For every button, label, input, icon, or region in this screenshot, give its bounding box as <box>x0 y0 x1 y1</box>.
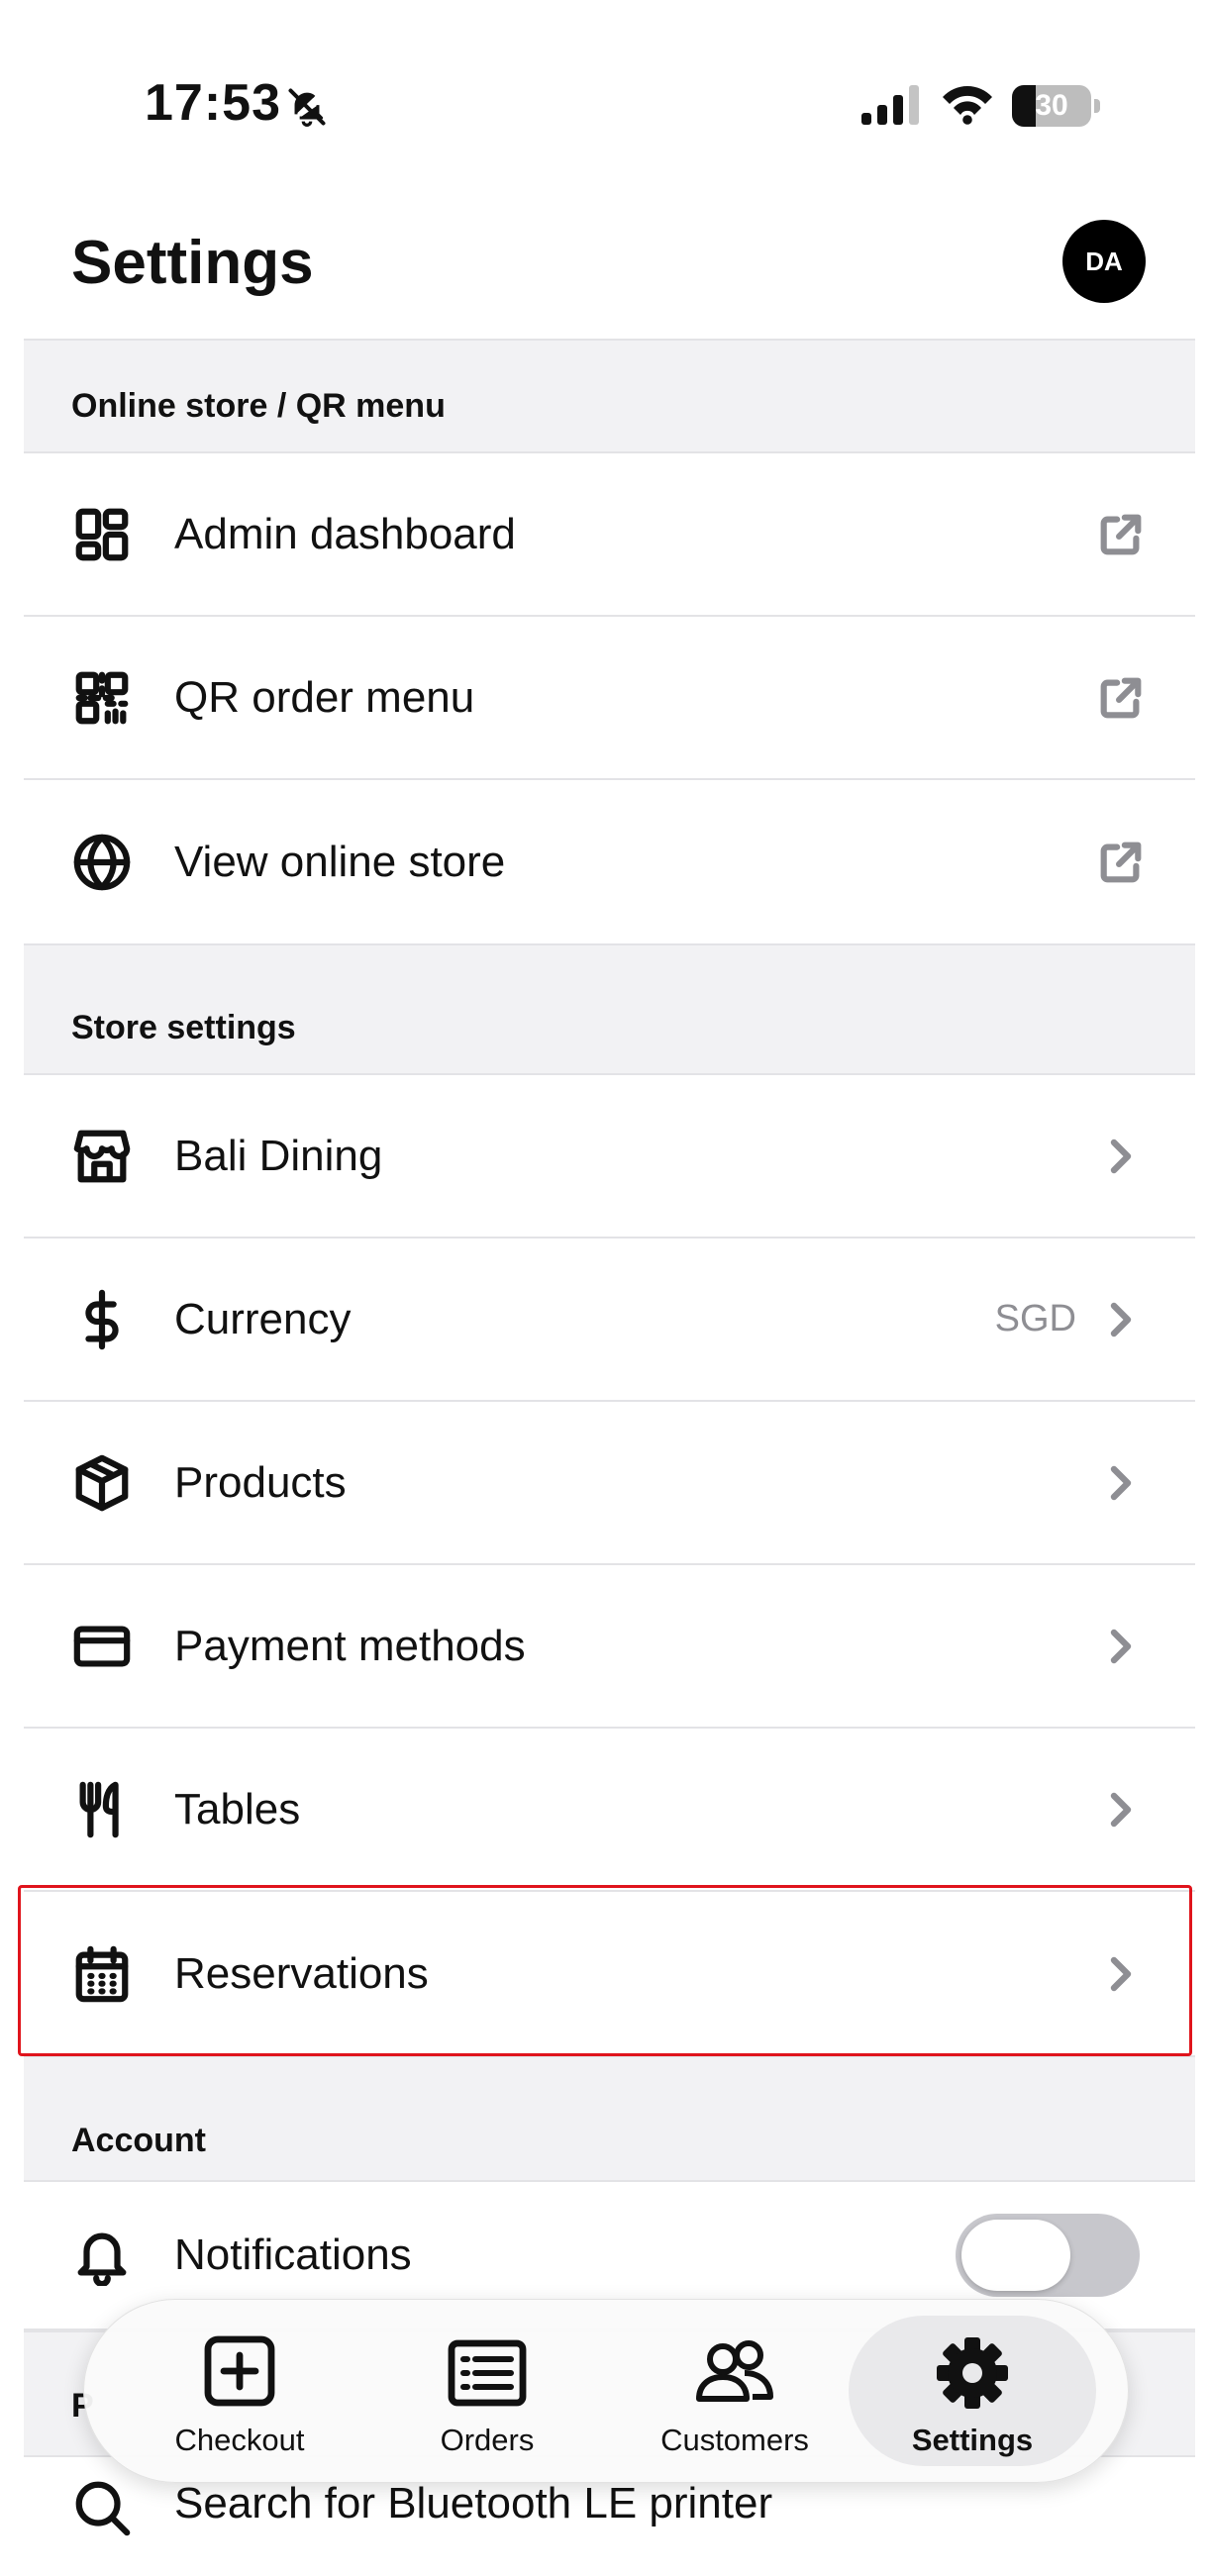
row-bali-dining[interactable]: Bali Dining <box>24 1075 1195 1238</box>
qr-code-icon <box>75 671 129 724</box>
tab-bar: Checkout Orders Customers Settings <box>83 2299 1129 2483</box>
store-icon <box>73 1130 131 1182</box>
row-reservations[interactable]: Reservations <box>24 1892 1195 2055</box>
dollar-icon <box>85 1289 119 1349</box>
users-icon <box>696 2340 773 2402</box>
credit-card-icon <box>73 1625 131 1667</box>
tab-orders[interactable]: Orders <box>363 2316 611 2466</box>
status-bar: 17:53 30 <box>0 0 1211 198</box>
gear-icon <box>937 2337 1008 2409</box>
section-header-store-settings: Store settings <box>24 943 1195 1075</box>
row-admin-dashboard[interactable]: Admin dashboard <box>24 453 1195 617</box>
battery-percent: 30 <box>1035 89 1068 122</box>
row-label: Admin dashboard <box>174 509 516 558</box>
bell-icon <box>77 2232 127 2286</box>
row-label: Reservations <box>174 1948 429 1998</box>
row-products[interactable]: Products <box>24 1402 1195 1565</box>
wifi-icon <box>943 86 992 125</box>
cellular-signal-icon <box>861 85 919 125</box>
section-header-account: Account <box>24 2055 1195 2182</box>
dashboard-icon <box>75 508 129 560</box>
tab-label: Checkout <box>174 2423 305 2457</box>
row-label: Tables <box>174 1784 301 1833</box>
bell-off-icon <box>288 88 326 127</box>
section-title: Online store / QR menu <box>71 387 446 425</box>
row-label: Bali Dining <box>174 1131 383 1180</box>
section-title: Account <box>71 2122 206 2159</box>
status-time: 17:53 <box>145 74 281 132</box>
utensils-icon <box>79 1781 119 1837</box>
notifications-toggle[interactable] <box>956 2214 1140 2297</box>
row-label: Notifications <box>174 2230 412 2279</box>
chevron-right-icon <box>1110 1792 1132 1827</box>
row-label: Payment methods <box>174 1621 526 1670</box>
tab-label: Settings <box>911 2423 1034 2457</box>
row-label: QR order menu <box>174 672 475 722</box>
chevron-right-icon <box>1110 1465 1132 1500</box>
external-link-icon <box>1100 677 1142 718</box>
page-title: Settings <box>71 229 314 297</box>
globe-icon <box>73 834 131 890</box>
battery-indicator: 30 <box>1012 85 1101 127</box>
plus-square-icon <box>204 2335 275 2407</box>
row-label: View online store <box>174 837 506 886</box>
chevron-right-icon <box>1110 1139 1132 1173</box>
chevron-right-icon <box>1110 1629 1132 1663</box>
row-tables[interactable]: Tables <box>24 1729 1195 1892</box>
search-icon <box>75 2481 131 2536</box>
tab-label: Orders <box>440 2423 535 2457</box>
row-currency[interactable]: Currency SGD <box>24 1238 1195 1402</box>
receipt-list-icon <box>448 2339 527 2407</box>
chevron-right-icon <box>1110 1302 1132 1337</box>
box-icon <box>75 1454 129 1511</box>
toggle-knob <box>961 2220 1070 2291</box>
tab-customers[interactable]: Customers <box>611 2316 858 2466</box>
external-link-icon <box>1100 514 1142 554</box>
external-link-icon <box>1100 842 1142 882</box>
tab-checkout[interactable]: Checkout <box>116 2316 363 2466</box>
section-header-online-store: Online store / QR menu <box>24 339 1195 453</box>
currency-value: SGD <box>994 1298 1076 1339</box>
row-label: Search for Bluetooth LE printer <box>174 2479 773 2527</box>
row-payment-methods[interactable]: Payment methods <box>24 1565 1195 1729</box>
row-label: Currency <box>174 1294 352 1343</box>
row-qr-order-menu[interactable]: QR order menu <box>24 617 1195 780</box>
tab-label: Customers <box>660 2423 809 2457</box>
row-label: Products <box>174 1457 347 1507</box>
settings-list: Online store / QR menu Admin dashboard Q… <box>24 339 1195 2576</box>
calendar-icon <box>75 1945 129 2002</box>
header: Settings DA <box>0 198 1211 339</box>
tab-settings[interactable]: Settings <box>849 2316 1096 2466</box>
avatar[interactable]: DA <box>1062 220 1146 303</box>
chevron-right-icon <box>1110 1956 1132 1991</box>
row-view-online-store[interactable]: View online store <box>24 780 1195 943</box>
section-title: Store settings <box>71 1009 296 1046</box>
